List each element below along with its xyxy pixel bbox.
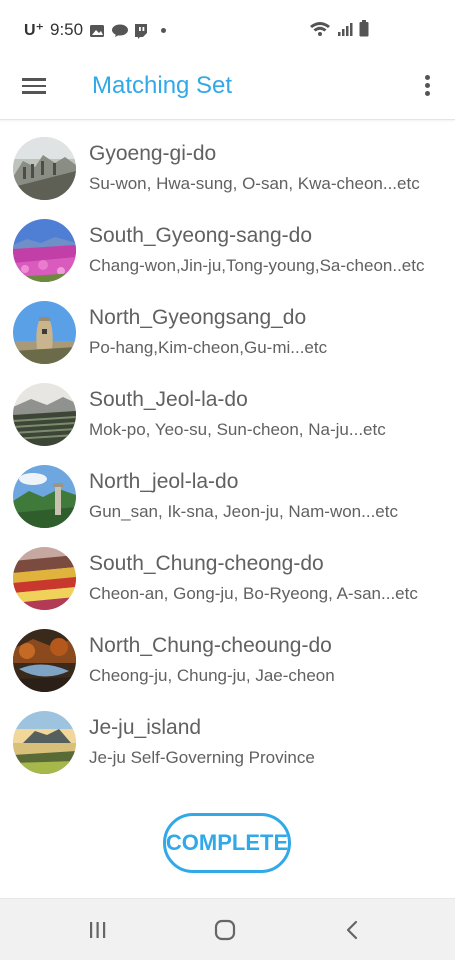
talk-icon <box>111 23 129 37</box>
region-title: North_jeol-la-do <box>89 470 239 493</box>
region-thumbnail <box>13 629 76 692</box>
region-thumbnail <box>13 465 76 528</box>
list-item[interactable]: Je-ju_island Je-ju Self-Governing Provin… <box>0 702 455 784</box>
status-left: U⁺ 9:50 <box>24 20 167 40</box>
list-item[interactable]: South_Gyeong-sang-do Chang-won,Jin-ju,To… <box>0 210 455 292</box>
app-bar: Matching Set <box>0 60 455 120</box>
region-cities: Gun_san, Ik-sna, Jeon-ju, Nam-won...etc <box>89 502 398 521</box>
back-icon[interactable] <box>337 915 367 945</box>
region-cities: Je-ju Self-Governing Province <box>89 748 315 767</box>
region-title: Gyoeng-gi-do <box>89 142 217 165</box>
region-thumbnail <box>13 301 76 364</box>
region-cities: Po-hang,Kim-cheon,Gu-mi...etc <box>89 338 328 357</box>
region-thumbnail <box>13 219 76 282</box>
region-cities: Su-won, Hwa-sung, O-san, Kwa-cheon...etc <box>89 174 420 193</box>
region-cities: Cheon-an, Gong-ju, Bo-Ryeong, A-san...et… <box>89 584 418 603</box>
list-item[interactable]: South_Jeol-la-do Mok-po, Yeo-su, Sun-che… <box>0 374 455 456</box>
region-thumbnail <box>13 137 76 200</box>
recent-apps-icon[interactable] <box>83 915 113 945</box>
page-title: Matching Set <box>92 72 233 99</box>
region-title: Je-ju_island <box>89 716 202 739</box>
menu-icon[interactable] <box>22 74 50 102</box>
signal-icon <box>337 21 353 42</box>
battery-icon <box>359 20 369 42</box>
status-right <box>309 20 369 42</box>
region-cities: Cheong-ju, Chung-ju, Jae-cheon <box>89 666 335 685</box>
home-icon[interactable] <box>210 915 240 945</box>
region-cities: Chang-won,Jin-ju,Tong-young,Sa-cheon..et… <box>89 256 425 275</box>
twitch-icon <box>133 23 149 39</box>
region-title: North_Gyeongsang_do <box>89 306 307 329</box>
carrier-label: U⁺ <box>24 22 44 39</box>
more-options-icon[interactable] <box>417 72 437 104</box>
status-bar: U⁺ 9:50 <box>0 0 455 60</box>
region-title: South_Chung-cheong-do <box>89 552 324 575</box>
region-title: North_Chung-cheoung-do <box>89 634 332 657</box>
region-title: South_Gyeong-sang-do <box>89 224 312 247</box>
region-cities: Mok-po, Yeo-su, Sun-cheon, Na-ju...etc <box>89 420 386 439</box>
clock: 9:50 <box>50 20 84 39</box>
region-thumbnail <box>13 383 76 446</box>
list-item[interactable]: Gyoeng-gi-do Su-won, Hwa-sung, O-san, Kw… <box>0 128 455 210</box>
notification-dot-icon <box>161 27 167 33</box>
region-title: South_Jeol-la-do <box>89 388 248 411</box>
gallery-icon <box>89 23 105 37</box>
complete-button[interactable]: COMPLETE <box>163 813 291 873</box>
region-thumbnail <box>13 547 76 610</box>
list-item[interactable]: North_jeol-la-do Gun_san, Ik-sna, Jeon-j… <box>0 456 455 538</box>
list-item[interactable]: North_Chung-cheoung-do Cheong-ju, Chung-… <box>0 620 455 702</box>
region-thumbnail <box>13 711 76 774</box>
list-item[interactable]: South_Chung-cheong-do Cheon-an, Gong-ju,… <box>0 538 455 620</box>
wifi-icon <box>309 21 331 42</box>
system-nav-bar <box>0 898 455 960</box>
list-item[interactable]: North_Gyeongsang_do Po-hang,Kim-cheon,Gu… <box>0 292 455 374</box>
